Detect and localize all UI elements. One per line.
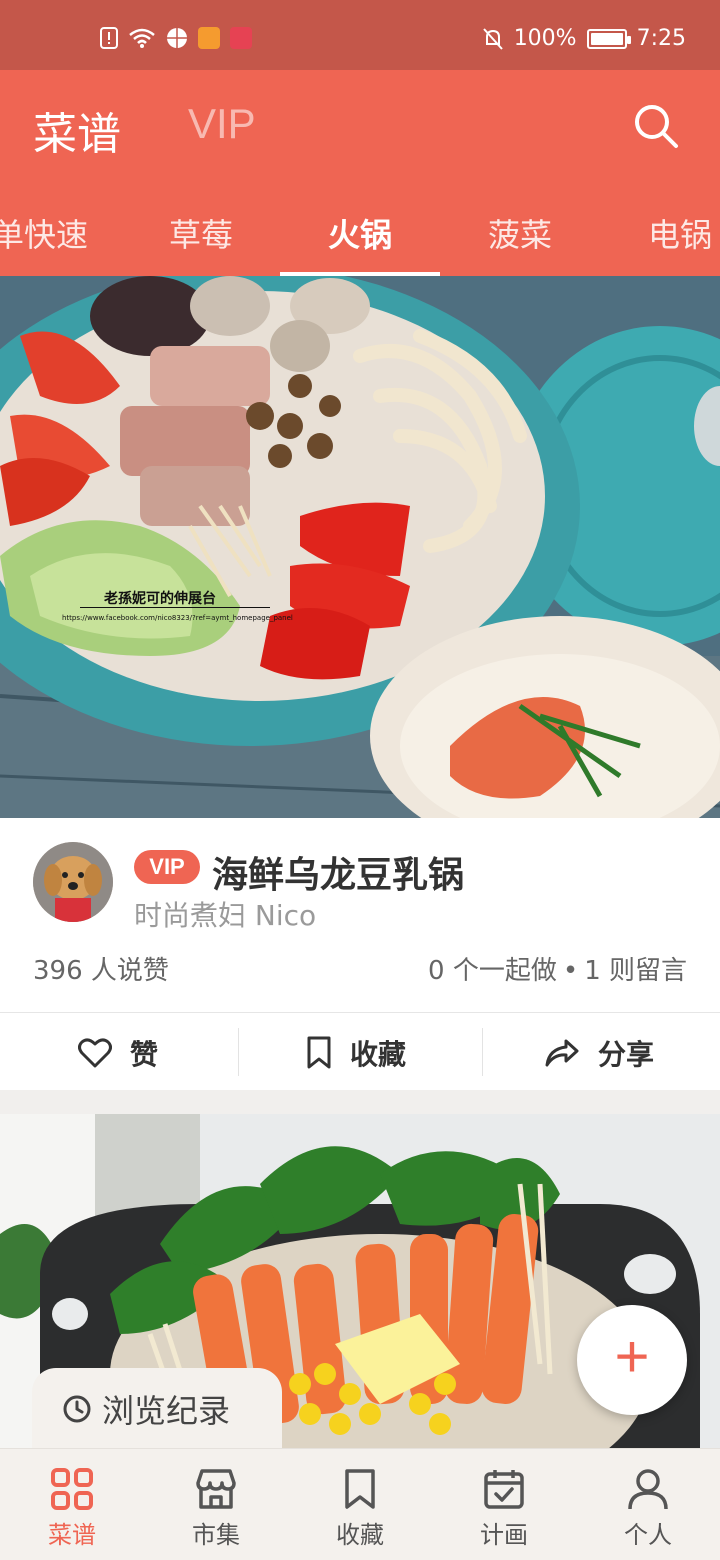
nav-recipes[interactable]: 菜谱 [0, 1449, 144, 1560]
action-separator [482, 1028, 483, 1076]
search-icon [635, 105, 678, 148]
browse-history-button[interactable]: 浏览纪录 [32, 1368, 282, 1450]
nav-collections[interactable]: 收藏 [288, 1449, 432, 1560]
card-divider [0, 1012, 720, 1013]
person-icon [628, 1469, 668, 1510]
recipe-photo[interactable]: 老孫妮可的伸展台 https://www.facebook.com/nico83… [0, 276, 720, 818]
watermark-url: https://www.facebook.com/nico8323/?ref=a… [62, 614, 293, 622]
grid-icon [51, 1468, 93, 1510]
nav-collections-label: 收藏 [336, 1521, 384, 1549]
calendar-check-icon [484, 1470, 524, 1509]
battery-percent: 100% [513, 26, 577, 51]
like-count: 396 人说赞 [33, 956, 169, 986]
share-button[interactable]: 分享 [544, 1030, 654, 1076]
bottom-nav: 菜谱 市集 收藏 计画 个人 [0, 1448, 720, 1560]
recipe-card[interactable]: VIP 海鲜乌龙豆乳锅 时尚煮妇 Nico 396 人说赞 0 个一起做 • 1 则… [0, 818, 720, 1090]
sim-alert-icon [100, 27, 118, 49]
author-avatar[interactable] [33, 842, 113, 922]
nav-profile-label: 个人 [624, 1521, 672, 1549]
author-name[interactable]: 时尚煮妇 Nico [134, 894, 316, 934]
like-label: 赞 [130, 1038, 159, 1071]
battery-icon [586, 28, 631, 49]
share-arrow-icon [545, 1039, 579, 1067]
app-header: 菜谱 VIP 单快速 草莓 火锅 菠菜 电锅 [0, 70, 720, 276]
status-bar: 100% 7:25 [0, 0, 720, 70]
tab-spinach[interactable]: 菠菜 [488, 210, 552, 256]
heart-icon [78, 1038, 112, 1068]
status-icons-right: 100% 7:25 [482, 26, 686, 51]
recipe-stats: 0 个一起做 • 1 则留言 [428, 950, 687, 987]
nav-market[interactable]: 市集 [144, 1449, 288, 1560]
clock-icon [63, 1395, 91, 1423]
plus-icon: + [614, 1323, 650, 1390]
tab-hotpot[interactable]: 火锅 [328, 210, 392, 256]
browse-history-label: 浏览纪录 [102, 1392, 231, 1430]
stats-separator: • [562, 956, 579, 986]
comment-count[interactable]: 1 则留言 [584, 956, 687, 986]
wifi-icon [129, 28, 155, 48]
nav-plan-label: 计画 [480, 1521, 528, 1549]
action-separator [238, 1028, 239, 1076]
store-icon [196, 1469, 236, 1509]
book-app-icon [230, 27, 252, 49]
add-recipe-button[interactable]: + [577, 1305, 687, 1415]
share-label: 分享 [598, 1038, 655, 1071]
tab-electric-pot[interactable]: 电锅 [648, 210, 712, 256]
vip-badge: VIP [134, 850, 200, 884]
dog-avatar-image [33, 842, 113, 922]
clock: 7:25 [636, 26, 686, 51]
tab-strawberry[interactable]: 草莓 [169, 210, 233, 256]
search-button[interactable] [628, 98, 686, 156]
bookmark-icon [345, 1469, 375, 1509]
tab-vip-title[interactable]: VIP [188, 100, 256, 148]
bookmark-icon [307, 1036, 331, 1069]
video-app-icon [198, 27, 220, 49]
recipe-photo-image: 老孫妮可的伸展台 https://www.facebook.com/nico83… [0, 276, 720, 818]
tab-quick[interactable]: 单快速 [0, 210, 88, 256]
category-tabs: 单快速 草莓 火锅 菠菜 电锅 [0, 200, 720, 276]
nav-market-label: 市集 [192, 1521, 240, 1549]
status-icons-left [100, 27, 252, 49]
like-button[interactable]: 赞 [78, 1030, 158, 1076]
collect-label: 收藏 [350, 1038, 407, 1071]
recipe-title[interactable]: 海鲜乌龙豆乳锅 [212, 846, 464, 898]
collect-button[interactable]: 收藏 [306, 1030, 406, 1076]
nav-recipes-label: 菜谱 [48, 1521, 96, 1549]
nav-plan[interactable]: 计画 [432, 1449, 576, 1560]
basketball-app-icon [167, 28, 187, 48]
mute-bell-icon [482, 27, 503, 50]
tab-recipes-title[interactable]: 菜谱 [33, 98, 121, 162]
cook-together-count: 0 个一起做 [428, 956, 557, 986]
watermark-text: 老孫妮可的伸展台 [104, 590, 216, 607]
nav-profile[interactable]: 个人 [576, 1449, 720, 1560]
